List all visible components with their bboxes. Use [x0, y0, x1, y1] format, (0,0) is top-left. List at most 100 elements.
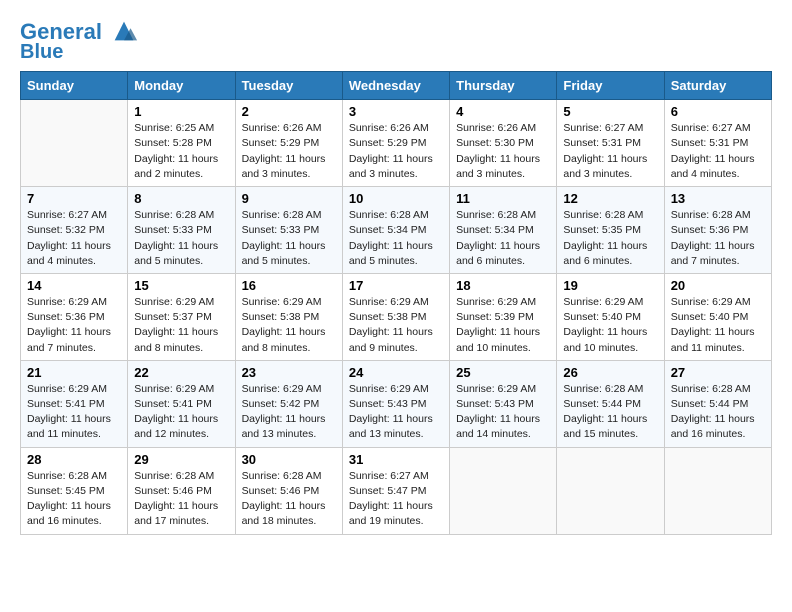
calendar-day: 22Sunrise: 6:29 AMSunset: 5:41 PMDayligh… — [128, 360, 235, 447]
day-info: Sunrise: 6:25 AMSunset: 5:28 PMDaylight:… — [134, 121, 228, 182]
calendar-table: SundayMondayTuesdayWednesdayThursdayFrid… — [20, 71, 772, 534]
calendar-day: 8 Sunrise: 6:28 AMSunset: 5:33 PMDaylight… — [128, 187, 235, 274]
day-info: Sunrise: 6:27 AMSunset: 5:32 PMDaylight:… — [27, 208, 121, 269]
day-number: 28 — [27, 452, 121, 467]
day-number: 29 — [134, 452, 228, 467]
day-info: Sunrise: 6:26 AMSunset: 5:29 PMDaylight:… — [349, 121, 443, 182]
calendar-day: 1 Sunrise: 6:25 AMSunset: 5:28 PMDaylight… — [128, 100, 235, 187]
header-tuesday: Tuesday — [235, 72, 342, 100]
day-number: 21 — [27, 365, 121, 380]
day-number: 12 — [563, 191, 657, 206]
calendar-day — [664, 447, 771, 534]
calendar-day: 27Sunrise: 6:28 AMSunset: 5:44 PMDayligh… — [664, 360, 771, 447]
calendar-week-4: 21 Sunrise: 6:29 AMSunset: 5:41 PMDayligh… — [21, 360, 772, 447]
day-number: 31 — [349, 452, 443, 467]
day-number: 19 — [563, 278, 657, 293]
calendar-day — [557, 447, 664, 534]
day-number: 8 — [134, 191, 228, 206]
calendar-day: 3Sunrise: 6:26 AMSunset: 5:29 PMDaylight… — [342, 100, 449, 187]
day-number: 16 — [242, 278, 336, 293]
day-info: Sunrise: 6:28 AMSunset: 5:45 PMDaylight:… — [27, 469, 121, 530]
day-number: 6 — [671, 104, 765, 119]
calendar-day: 23Sunrise: 6:29 AMSunset: 5:42 PMDayligh… — [235, 360, 342, 447]
day-info: Sunrise: 6:29 AMSunset: 5:36 PMDaylight:… — [27, 295, 121, 356]
calendar-day: 29Sunrise: 6:28 AMSunset: 5:46 PMDayligh… — [128, 447, 235, 534]
calendar-day: 11 Sunrise: 6:28 AMSunset: 5:34 PMDayligh… — [450, 187, 557, 274]
calendar-day: 13 Sunrise: 6:28 AMSunset: 5:36 PMDayligh… — [664, 187, 771, 274]
calendar-day: 10Sunrise: 6:28 AMSunset: 5:34 PMDayligh… — [342, 187, 449, 274]
day-info: Sunrise: 6:28 AMSunset: 5:34 PMDaylight:… — [456, 208, 550, 269]
day-number: 25 — [456, 365, 550, 380]
calendar-week-1: 1 Sunrise: 6:25 AMSunset: 5:28 PMDaylight… — [21, 100, 772, 187]
day-info: Sunrise: 6:29 AMSunset: 5:41 PMDaylight:… — [27, 382, 121, 443]
day-number: 15 — [134, 278, 228, 293]
day-info: Sunrise: 6:29 AMSunset: 5:40 PMDaylight:… — [671, 295, 765, 356]
calendar-week-3: 14 Sunrise: 6:29 AMSunset: 5:36 PMDayligh… — [21, 273, 772, 360]
day-info: Sunrise: 6:28 AMSunset: 5:44 PMDaylight:… — [563, 382, 657, 443]
day-info: Sunrise: 6:28 AMSunset: 5:33 PMDaylight:… — [134, 208, 228, 269]
day-info: Sunrise: 6:26 AMSunset: 5:29 PMDaylight:… — [242, 121, 336, 182]
calendar-day: 19 Sunrise: 6:29 AMSunset: 5:40 PMDayligh… — [557, 273, 664, 360]
calendar-day — [21, 100, 128, 187]
header-saturday: Saturday — [664, 72, 771, 100]
day-number: 30 — [242, 452, 336, 467]
calendar-day: 18 Sunrise: 6:29 AMSunset: 5:39 PMDayligh… — [450, 273, 557, 360]
calendar-day: 20 Sunrise: 6:29 AMSunset: 5:40 PMDayligh… — [664, 273, 771, 360]
day-info: Sunrise: 6:28 AMSunset: 5:46 PMDaylight:… — [242, 469, 336, 530]
calendar-day: 30 Sunrise: 6:28 AMSunset: 5:46 PMDayligh… — [235, 447, 342, 534]
day-info: Sunrise: 6:28 AMSunset: 5:33 PMDaylight:… — [242, 208, 336, 269]
day-info: Sunrise: 6:29 AMSunset: 5:40 PMDaylight:… — [563, 295, 657, 356]
day-info: Sunrise: 6:29 AMSunset: 5:38 PMDaylight:… — [349, 295, 443, 356]
header-sunday: Sunday — [21, 72, 128, 100]
calendar-day: 9 Sunrise: 6:28 AMSunset: 5:33 PMDaylight… — [235, 187, 342, 274]
calendar-day: 17 Sunrise: 6:29 AMSunset: 5:38 PMDayligh… — [342, 273, 449, 360]
calendar-week-2: 7 Sunrise: 6:27 AMSunset: 5:32 PMDaylight… — [21, 187, 772, 274]
day-number: 27 — [671, 365, 765, 380]
calendar-day: 24 Sunrise: 6:29 AMSunset: 5:43 PMDayligh… — [342, 360, 449, 447]
header-wednesday: Wednesday — [342, 72, 449, 100]
calendar-day: 15Sunrise: 6:29 AMSunset: 5:37 PMDayligh… — [128, 273, 235, 360]
day-info: Sunrise: 6:28 AMSunset: 5:36 PMDaylight:… — [671, 208, 765, 269]
calendar-day: 6 Sunrise: 6:27 AMSunset: 5:31 PMDaylight… — [664, 100, 771, 187]
day-info: Sunrise: 6:29 AMSunset: 5:43 PMDaylight:… — [349, 382, 443, 443]
day-number: 18 — [456, 278, 550, 293]
day-info: Sunrise: 6:29 AMSunset: 5:43 PMDaylight:… — [456, 382, 550, 443]
day-number: 22 — [134, 365, 228, 380]
calendar-day: 21 Sunrise: 6:29 AMSunset: 5:41 PMDayligh… — [21, 360, 128, 447]
calendar-day: 26Sunrise: 6:28 AMSunset: 5:44 PMDayligh… — [557, 360, 664, 447]
header-friday: Friday — [557, 72, 664, 100]
calendar-day — [450, 447, 557, 534]
calendar-day: 28 Sunrise: 6:28 AMSunset: 5:45 PMDayligh… — [21, 447, 128, 534]
day-number: 7 — [27, 191, 121, 206]
day-number: 2 — [242, 104, 336, 119]
day-number: 9 — [242, 191, 336, 206]
day-number: 4 — [456, 104, 550, 119]
day-number: 1 — [134, 104, 228, 119]
day-info: Sunrise: 6:26 AMSunset: 5:30 PMDaylight:… — [456, 121, 550, 182]
day-info: Sunrise: 6:27 AMSunset: 5:31 PMDaylight:… — [563, 121, 657, 182]
day-number: 13 — [671, 191, 765, 206]
day-info: Sunrise: 6:27 AMSunset: 5:31 PMDaylight:… — [671, 121, 765, 182]
day-number: 24 — [349, 365, 443, 380]
page-header: General Blue — [20, 16, 772, 63]
calendar-day: 31 Sunrise: 6:27 AMSunset: 5:47 PMDayligh… — [342, 447, 449, 534]
calendar-day: 2 Sunrise: 6:26 AMSunset: 5:29 PMDaylight… — [235, 100, 342, 187]
header-thursday: Thursday — [450, 72, 557, 100]
day-number: 17 — [349, 278, 443, 293]
day-number: 10 — [349, 191, 443, 206]
calendar-day: 16 Sunrise: 6:29 AMSunset: 5:38 PMDayligh… — [235, 273, 342, 360]
calendar-day: 12 Sunrise: 6:28 AMSunset: 5:35 PMDayligh… — [557, 187, 664, 274]
day-number: 5 — [563, 104, 657, 119]
day-number: 11 — [456, 191, 550, 206]
header-monday: Monday — [128, 72, 235, 100]
day-info: Sunrise: 6:28 AMSunset: 5:35 PMDaylight:… — [563, 208, 657, 269]
day-info: Sunrise: 6:29 AMSunset: 5:42 PMDaylight:… — [242, 382, 336, 443]
day-info: Sunrise: 6:29 AMSunset: 5:38 PMDaylight:… — [242, 295, 336, 356]
day-info: Sunrise: 6:29 AMSunset: 5:39 PMDaylight:… — [456, 295, 550, 356]
day-number: 14 — [27, 278, 121, 293]
logo-icon — [110, 17, 138, 45]
calendar-day: 4 Sunrise: 6:26 AMSunset: 5:30 PMDaylight… — [450, 100, 557, 187]
day-number: 20 — [671, 278, 765, 293]
day-info: Sunrise: 6:27 AMSunset: 5:47 PMDaylight:… — [349, 469, 443, 530]
logo: General Blue — [20, 20, 138, 63]
